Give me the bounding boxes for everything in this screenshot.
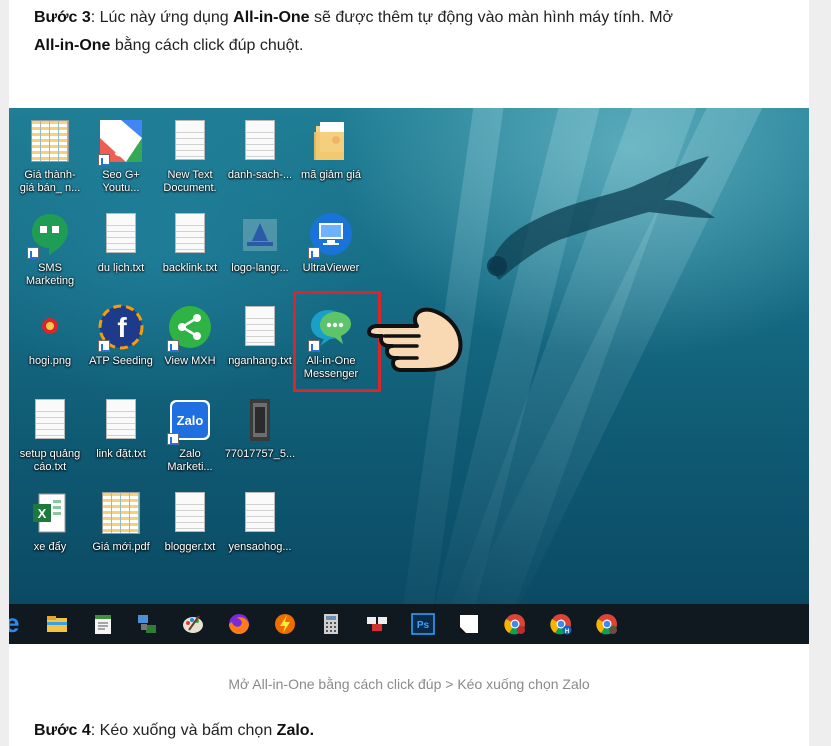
text-document-icon xyxy=(98,397,144,443)
calculator-icon[interactable] xyxy=(319,612,343,636)
image-file-icon xyxy=(237,211,283,257)
spreadsheet-icon xyxy=(27,118,73,164)
google-plus-icon: g xyxy=(98,118,144,166)
video-file-icon xyxy=(237,397,283,443)
desktop-icon[interactable]: mã giảm giá xyxy=(293,118,369,182)
step-4-paragraph: Bước 4: Kéo xuống và bấm chọn Zalo. xyxy=(34,722,315,739)
desktop-icon[interactable]: link đặt.txt xyxy=(83,397,159,461)
desktop-icon[interactable]: hogi.png xyxy=(12,304,88,368)
desktop-icon[interactable]: yensaohog... xyxy=(222,490,298,554)
text-document-icon xyxy=(167,490,213,536)
desktop-icon[interactable]: Giá thành- giá bán_ n... xyxy=(12,118,88,195)
image-caption: Mở All-in-One bằng cách click đúp > Kéo … xyxy=(228,676,590,692)
image-file-icon xyxy=(27,304,73,350)
step-3-label: Bước 3 xyxy=(34,9,91,26)
desktop-screenshot: Giá thành- giá bán_ n... g Seo G+ Youtu.… xyxy=(9,108,809,644)
step-3-paragraph: Bước 3: Lúc này ứng dụng All-in-One sẽ đ… xyxy=(34,9,674,54)
text-document-icon xyxy=(167,211,213,257)
pointing-hand-icon xyxy=(367,307,463,372)
desktop-icon[interactable]: nganhang.txt xyxy=(222,304,298,368)
desktop-icon[interactable]: blogger.txt xyxy=(152,490,228,554)
lightning-app-icon[interactable] xyxy=(273,612,297,636)
desktop-icon[interactable]: backlink.txt xyxy=(152,211,228,275)
monitor-icon xyxy=(308,211,354,259)
desktop-icon[interactable]: logo-langr... xyxy=(222,211,298,275)
desktop-icon[interactable]: Giá mới.pdf xyxy=(83,490,159,554)
text-document-icon xyxy=(167,118,213,164)
firefox-icon[interactable] xyxy=(227,612,251,636)
notepad-icon[interactable] xyxy=(91,612,115,636)
desktop-icon[interactable]: Zalo Zalo Marketi... xyxy=(152,397,228,474)
text-document-icon xyxy=(237,304,283,350)
desktop-icon[interactable]: SMS Marketing xyxy=(12,211,88,288)
diver-silhouette xyxy=(487,156,715,280)
taskbar: e Ps H xyxy=(9,604,809,644)
text-document-icon xyxy=(237,490,283,536)
windows-start-icon[interactable]: e xyxy=(9,608,19,638)
step-4-label: Bước 4 xyxy=(34,722,91,739)
svg-text:H: H xyxy=(565,629,569,635)
text-document-icon xyxy=(237,118,283,164)
desktop-icon[interactable]: g Seo G+ Youtu... xyxy=(83,118,159,195)
share-icon xyxy=(167,304,213,352)
facebook-icon: f xyxy=(98,304,144,352)
desktop-icon[interactable]: UltraViewer xyxy=(293,211,369,275)
sticky-notes-icon[interactable] xyxy=(457,612,481,636)
file-explorer-icon[interactable] xyxy=(45,612,69,636)
desktop-icon[interactable]: du lịch.txt xyxy=(83,211,159,275)
remote-desktop-icon[interactable] xyxy=(365,612,389,636)
zalo-icon: Zalo xyxy=(167,397,213,445)
text-document-icon xyxy=(27,397,73,443)
svg-text:X: X xyxy=(38,506,47,521)
desktop-icon[interactable]: 77017757_5... xyxy=(222,397,298,461)
pdf-icon xyxy=(98,490,144,536)
desktop-icon[interactable]: X xe đẩy xyxy=(12,490,88,554)
excel-icon: X xyxy=(27,490,73,536)
chrome-icon[interactable] xyxy=(503,612,527,636)
hangouts-icon xyxy=(27,211,73,259)
desktop-icon[interactable]: danh-sach-... xyxy=(222,118,298,182)
svg-text:g: g xyxy=(113,127,129,157)
svg-text:f: f xyxy=(117,312,127,343)
desktop-icon[interactable]: New Text Document. xyxy=(152,118,228,195)
desktop-icon[interactable]: View MXH xyxy=(152,304,228,368)
paint-icon[interactable] xyxy=(181,612,205,636)
desktop-icon[interactable]: f ATP Seeding xyxy=(83,304,159,368)
text-document-icon xyxy=(98,211,144,257)
chrome-profile-icon[interactable]: H xyxy=(549,612,573,636)
photoshop-icon[interactable]: Ps xyxy=(411,612,435,636)
desktop-icon[interactable]: setup quảng cáo.txt xyxy=(12,397,88,474)
chrome-profile2-icon[interactable] xyxy=(595,612,619,636)
svg-text:Ps: Ps xyxy=(417,620,430,631)
network-icon[interactable] xyxy=(135,612,159,636)
svg-text:Zalo: Zalo xyxy=(177,413,204,428)
folder-icon xyxy=(308,118,354,164)
